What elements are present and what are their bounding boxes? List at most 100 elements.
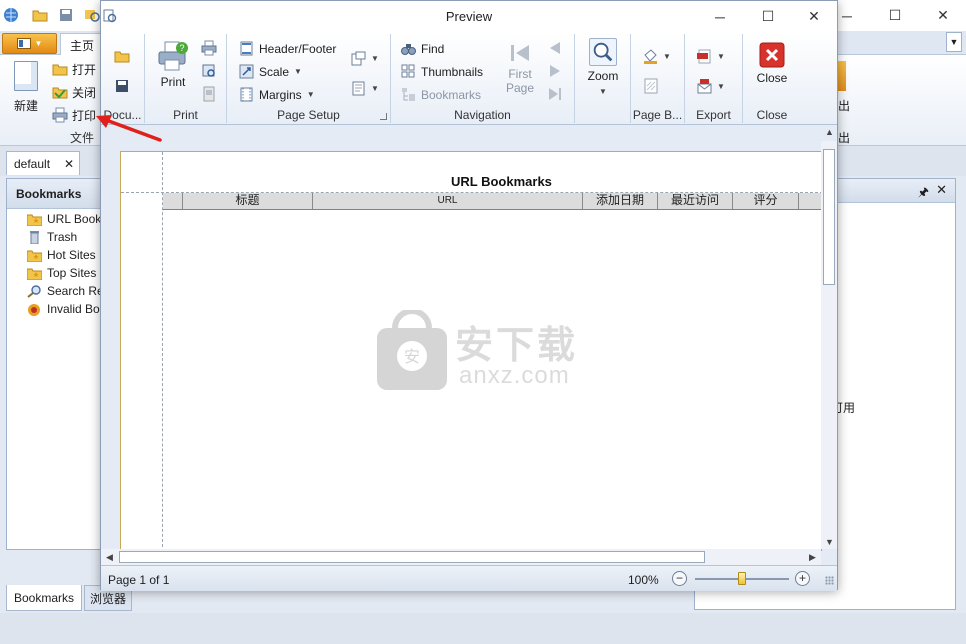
tab-home[interactable]: 主页 [60, 33, 104, 56]
document-tab-default[interactable]: default ✕ [6, 151, 80, 175]
save-icon[interactable] [58, 7, 74, 23]
open-folder-icon[interactable] [114, 48, 130, 64]
preview-statusbar: Page 1 of 1 100% − + [101, 565, 837, 591]
scroll-up-icon[interactable]: ▲ [825, 127, 834, 137]
bookmarks-pane: Bookmarks URL Bookmarks Trash Hot Sites … [6, 178, 102, 550]
svg-text:?: ? [179, 43, 184, 53]
preview-titlebar: Preview ─ ☐ ✕ [101, 1, 837, 32]
header-footer-label: Header/Footer [259, 41, 337, 56]
close-file-button-label: 关闭 [72, 85, 97, 100]
tree-item-label: Invalid Bookmarks [47, 302, 101, 316]
group-label-page-background: Page B... [632, 108, 683, 122]
shield-bag-icon: 安 [377, 310, 447, 390]
new-button[interactable]: 新建 [6, 61, 46, 123]
bookmark-tool-icon[interactable] [84, 7, 100, 23]
group-page-setup: Header/Footer Scale ▼ Margins ▼ ▼ ▼ Page S… [227, 34, 391, 123]
zoom-slider-thumb[interactable] [738, 572, 746, 585]
preview-close-button[interactable]: ✕ [791, 1, 837, 32]
app-menu-button[interactable]: ▼ [2, 33, 57, 54]
print-button[interactable]: 打印 [52, 104, 96, 126]
header-footer-button[interactable]: Header/Footer [239, 38, 336, 59]
find-button[interactable]: Find [401, 38, 444, 59]
ribbon-right-group-label: 出 [838, 131, 851, 145]
group-zoom: Zoom ▼ [575, 34, 631, 123]
zoom-level[interactable]: 100% [628, 573, 659, 587]
chevron-down-icon: ▼ [371, 84, 379, 93]
zoom-button[interactable]: Zoom ▼ [585, 38, 621, 97]
column-header-last-visited: 最近访问 [658, 193, 733, 209]
thumbnails-label: Thumbnails [421, 64, 484, 79]
thumbnails-button[interactable]: Thumbnails [401, 61, 483, 82]
print-button-label: Print [160, 75, 186, 89]
quick-print-icon[interactable] [201, 40, 217, 56]
resize-grip-icon[interactable] [825, 576, 834, 585]
column-header-title: 标题 [183, 193, 313, 209]
chevron-down-icon: ▼ [663, 52, 671, 61]
page-color-dropdown[interactable]: ▼ [643, 46, 671, 67]
preview-minimize-button[interactable]: ─ [697, 1, 743, 32]
report-page: URL Bookmarks 标题 URL 添加日期 最近访问 评分 安 安下载 … [120, 151, 822, 551]
print-button[interactable]: ? Print [153, 40, 193, 89]
app-close-button[interactable]: ✕ [920, 0, 966, 31]
margins-icon [240, 87, 253, 102]
folder-star-icon [27, 268, 42, 280]
ribbon-options-dropdown[interactable]: ▼ [946, 32, 962, 52]
bookmarks-pane-title: Bookmarks [7, 179, 101, 209]
pin-icon[interactable]: 🖈 [918, 183, 929, 204]
red-arrow-annotation [96, 115, 162, 142]
watermark-icon[interactable] [643, 78, 659, 94]
bookmarks-button[interactable]: Bookmarks [401, 84, 481, 105]
save-icon[interactable] [114, 78, 130, 94]
app-maximize-button[interactable]: ☐ [872, 0, 918, 31]
close-file-button[interactable]: 关闭 [52, 81, 96, 103]
new-document-icon [14, 61, 38, 91]
tree-item-hot-sites[interactable]: Hot Sites [7, 246, 101, 264]
tree-item-top-sites[interactable]: Top Sites [7, 264, 101, 282]
zoom-out-button[interactable]: − [672, 571, 687, 586]
report-title: URL Bookmarks [451, 174, 552, 189]
column-header-url: URL [313, 193, 583, 209]
email-pdf-dropdown[interactable]: ▼ [697, 76, 725, 97]
horizontal-scrollbar[interactable]: ◀ ▶ [101, 549, 821, 565]
vertical-scroll-thumb[interactable] [823, 149, 835, 285]
tree-item-trash[interactable]: Trash [7, 228, 101, 246]
tree-item-invalid-bookmarks[interactable]: Invalid Bookmarks [7, 300, 101, 318]
next-page-icon[interactable] [547, 63, 563, 79]
group-export: ▼ ▼ Export [685, 34, 743, 123]
orientation-dropdown[interactable]: ▼ [351, 48, 379, 69]
folder-star-icon [27, 250, 42, 262]
group-label-navigation: Navigation [454, 108, 511, 122]
close-icon[interactable]: ✕ [936, 182, 947, 198]
magnifier-icon [589, 38, 617, 66]
paper-size-dropdown[interactable]: ▼ [351, 78, 379, 99]
close-icon[interactable]: ✕ [64, 157, 74, 171]
scroll-left-icon[interactable]: ◀ [106, 552, 113, 563]
tree-item-search-results[interactable]: Search Results [7, 282, 101, 300]
print-options-icon[interactable] [201, 63, 217, 79]
column-header-date-added: 添加日期 [583, 193, 658, 209]
tree-item-url-bookmarks[interactable]: URL Bookmarks [7, 210, 101, 228]
close-preview-button[interactable]: Close [753, 42, 791, 85]
scroll-right-icon[interactable]: ▶ [809, 552, 816, 563]
scale-icon [239, 64, 254, 79]
open-folder-icon[interactable] [32, 7, 48, 23]
close-preview-label: Close [756, 71, 788, 85]
export-pdf-dropdown[interactable]: ▼ [697, 46, 725, 67]
zoom-label: Zoom [587, 69, 619, 83]
vertical-scrollbar[interactable]: ▲ ▼ [821, 127, 837, 549]
scroll-down-icon[interactable]: ▼ [825, 537, 834, 547]
scale-dropdown[interactable]: Scale ▼ [239, 61, 302, 82]
globe-icon[interactable] [3, 7, 19, 23]
previous-page-icon[interactable] [547, 40, 563, 56]
open-button[interactable]: 打开 [52, 58, 96, 80]
horizontal-scroll-thumb[interactable] [119, 551, 705, 563]
chevron-down-icon: ▼ [949, 37, 959, 47]
tab-bookmarks[interactable]: Bookmarks [6, 585, 82, 611]
first-page-button[interactable]: First Page [503, 42, 537, 95]
preview-maximize-button[interactable]: ☐ [745, 1, 791, 32]
margins-dropdown[interactable]: Margins ▼ [239, 84, 315, 105]
close-icon [759, 42, 785, 68]
last-page-icon[interactable] [547, 86, 563, 102]
zoom-in-button[interactable]: + [795, 571, 810, 586]
preview-canvas[interactable]: URL Bookmarks 标题 URL 添加日期 最近访问 评分 安 安下载 … [101, 125, 837, 565]
